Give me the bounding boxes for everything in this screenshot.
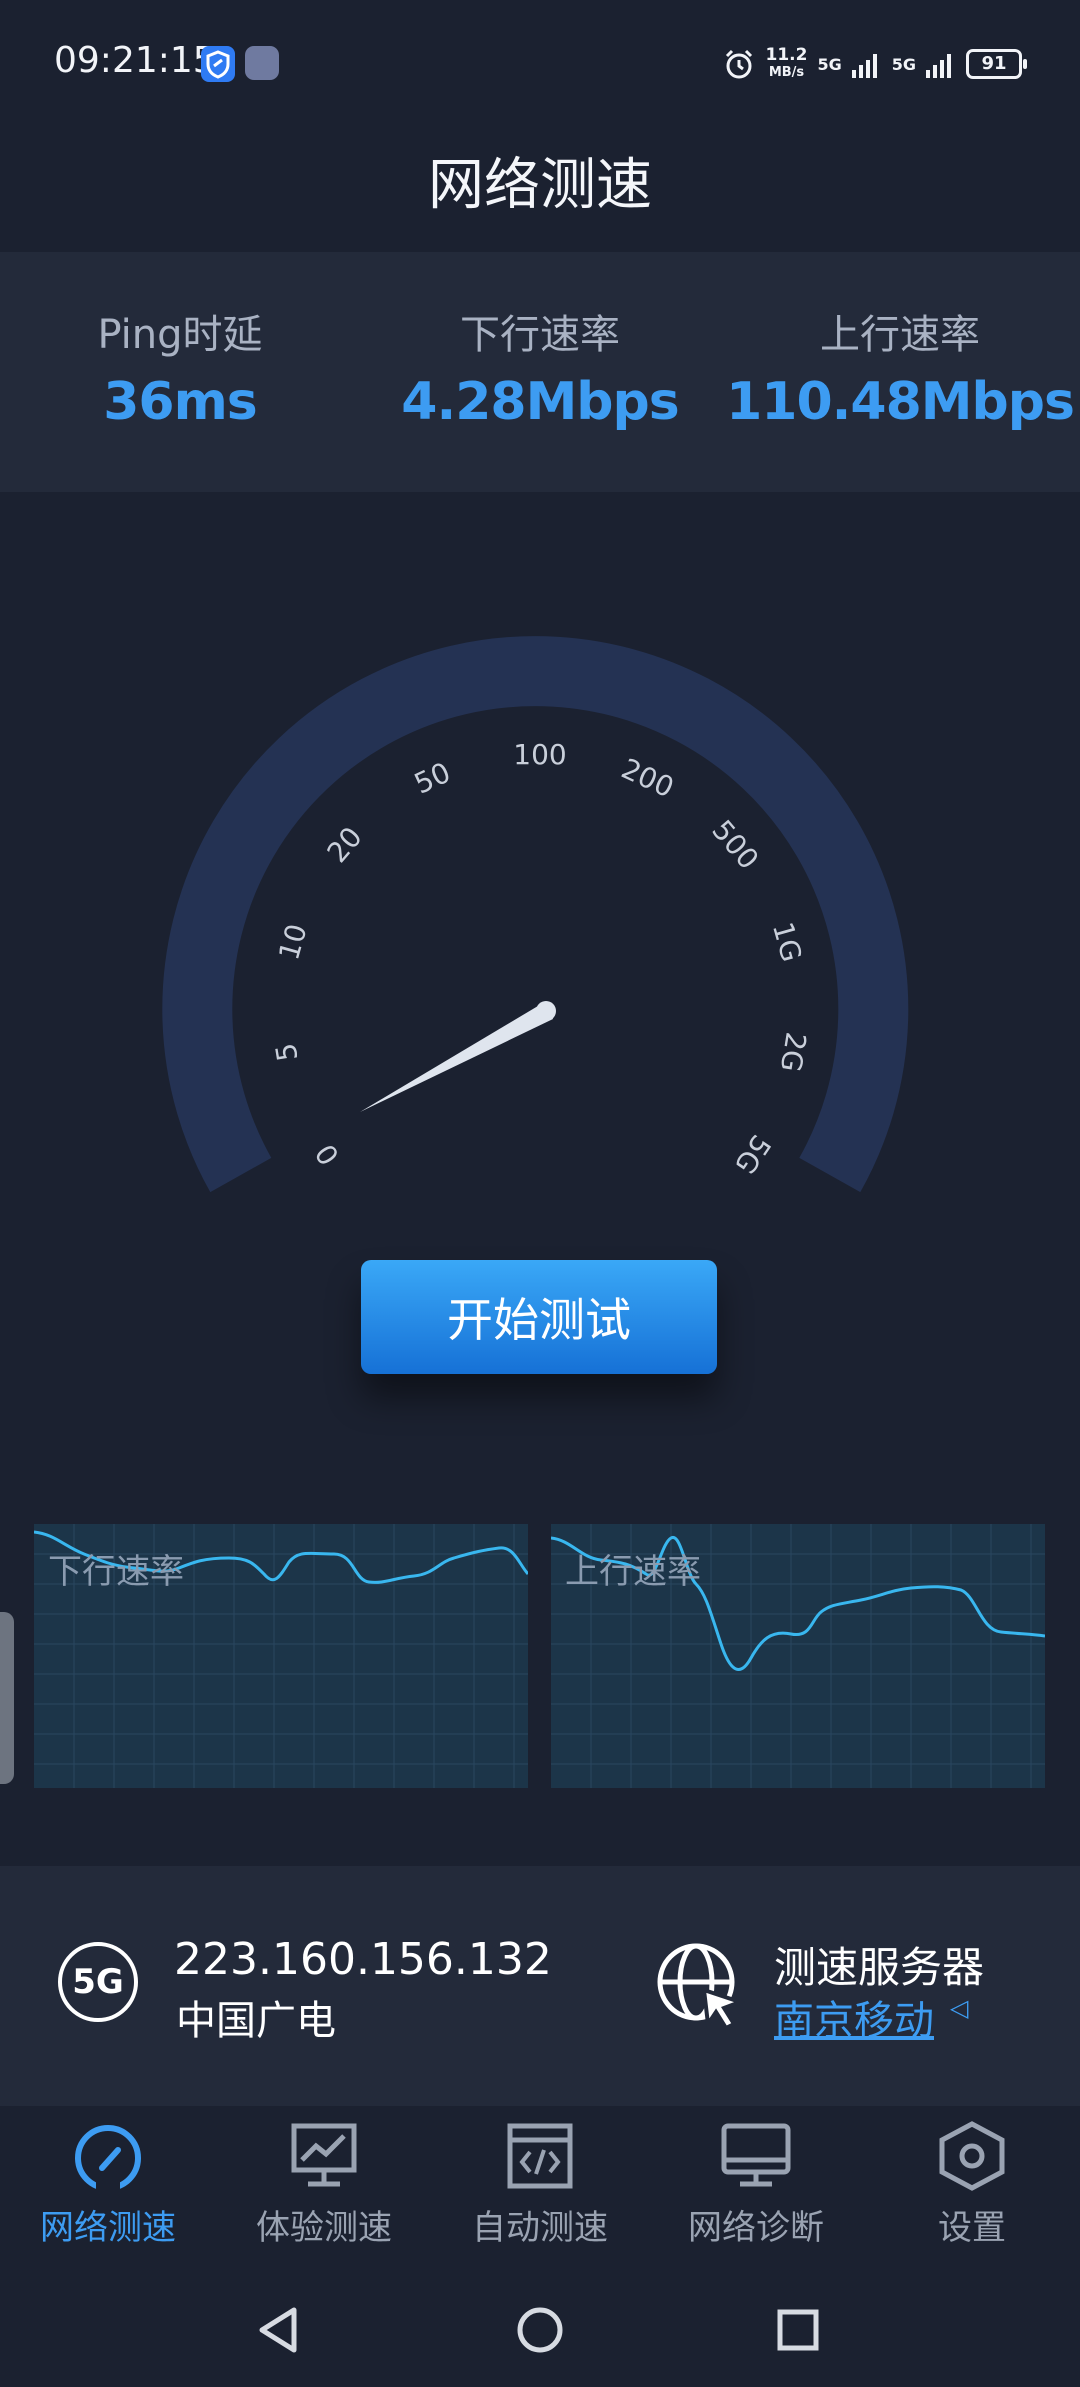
alarm-icon <box>725 49 752 79</box>
gauge-tick-label: 200 <box>616 752 678 804</box>
gauge-tick-label: 5G <box>728 1129 777 1180</box>
upload-stat: 上行速率 110.48Mbps <box>720 302 1080 432</box>
gauge-tick-label: 2G <box>774 1030 813 1074</box>
recents-icon[interactable] <box>777 2309 819 2351</box>
signal-icon <box>851 54 877 78</box>
network-info-panel: 5G 223.160.156.132 中国广电 测速服务器 南京移动 ◁ <box>0 1866 1080 2106</box>
nav-auto-speed[interactable]: 自动测速 <box>432 2120 648 2249</box>
nav-label: 自动测速 <box>472 2208 608 2248</box>
download-chart-label: 下行速率 <box>48 1552 184 1592</box>
start-test-button[interactable]: 开始测试 <box>361 1260 717 1374</box>
ping-label: Ping时延 <box>97 312 263 358</box>
gauge-tick-label: 50 <box>409 756 455 801</box>
download-stat: 下行速率 4.28Mbps <box>360 302 720 432</box>
server-name-link[interactable]: 南京移动 <box>774 1988 934 2046</box>
code-window-icon <box>507 2123 573 2189</box>
chart-monitor-icon <box>291 2123 357 2187</box>
nav-settings[interactable]: 设置 <box>864 2120 1080 2249</box>
gauge-needle <box>360 1003 553 1112</box>
nav-network-speed[interactable]: 网络测速 <box>0 2120 216 2249</box>
nav-experience-speed[interactable]: 体验测速 <box>216 2120 432 2249</box>
gauge-tick-label: 10 <box>272 920 313 963</box>
upload-history-chart: 上行速率 <box>551 1524 1045 1788</box>
ping-stat: Ping时延 36ms <box>0 302 360 432</box>
upload-chart-label: 上行速率 <box>565 1552 701 1592</box>
server-title: 测速服务器 <box>774 1943 985 1992</box>
app-notification-icon <box>245 46 279 80</box>
network-speed: 11.2 MB/s <box>765 45 808 81</box>
network-type-2: 5G <box>891 54 916 74</box>
ping-value: 36ms <box>103 372 258 432</box>
page-title: 网络测速 <box>428 153 652 218</box>
gauge-needle-pivot <box>536 1001 556 1021</box>
gauge-tick-label: 100 <box>513 738 566 771</box>
isp-name: 中国广电 <box>176 1998 336 2044</box>
gauge-tick-label: 5 <box>269 1041 304 1064</box>
nav-network-diagnosis[interactable]: 网络诊断 <box>648 2120 864 2249</box>
nav-label: 体验测速 <box>256 2208 392 2248</box>
stats-panel: Ping时延 36ms 下行速率 4.28Mbps 上行速率 110.48Mbp… <box>0 252 1080 492</box>
download-history-chart: 下行速率 <box>34 1524 528 1788</box>
shield-icon <box>201 46 235 82</box>
upload-label: 上行速率 <box>820 312 980 358</box>
gauge-tick-label: 500 <box>705 814 765 876</box>
home-icon[interactable] <box>517 2307 563 2353</box>
bottom-nav: 网络测速 体验测速 自动测速 网络诊断 设置 <box>0 2106 1080 2276</box>
network-type-badge-icon: 5G <box>58 1942 138 2022</box>
desktop-icon <box>721 2123 791 2187</box>
download-value: 4.28Mbps <box>401 372 679 432</box>
ip-address: 223.160.156.132 <box>174 1934 552 1985</box>
speed-gauge: 0 5 10 20 50 100 200 5001G 2G 5G <box>162 636 909 1193</box>
nav-label: 网络诊断 <box>688 2208 824 2248</box>
settings-hexagon-icon <box>939 2121 1005 2191</box>
download-label: 下行速率 <box>460 312 620 358</box>
system-navigation-bar <box>259 2307 819 2353</box>
side-drawer-handle[interactable] <box>0 1612 14 1784</box>
gauge-scale-labels: 0 5 10 20 50 100 200 5001G 2G 5G <box>269 738 813 1180</box>
battery-icon: 91 <box>966 49 1027 79</box>
back-icon[interactable] <box>259 2307 297 2353</box>
nav-label: 设置 <box>938 2208 1006 2248</box>
caret-left-icon[interactable]: ◁ <box>950 1994 968 2022</box>
status-time: 09:21:15 <box>54 40 216 81</box>
signal-icon <box>926 54 951 78</box>
upload-value: 110.48Mbps <box>726 372 1075 432</box>
speedometer-icon <box>75 2125 141 2192</box>
status-bar: 09:21:15 11.2 MB/s 5G 5G 91 <box>0 0 1080 120</box>
status-indicators: 11.2 MB/s 5G 5G 91 <box>722 42 1027 86</box>
gauge-tick-label: 0 <box>309 1138 346 1171</box>
gauge-tick-label: 1G <box>766 919 808 966</box>
globe-cursor-icon <box>657 1943 746 2031</box>
nav-label: 网络测速 <box>40 2208 176 2248</box>
network-type-1: 5G <box>817 54 842 74</box>
gauge-tick-label: 20 <box>321 820 369 869</box>
